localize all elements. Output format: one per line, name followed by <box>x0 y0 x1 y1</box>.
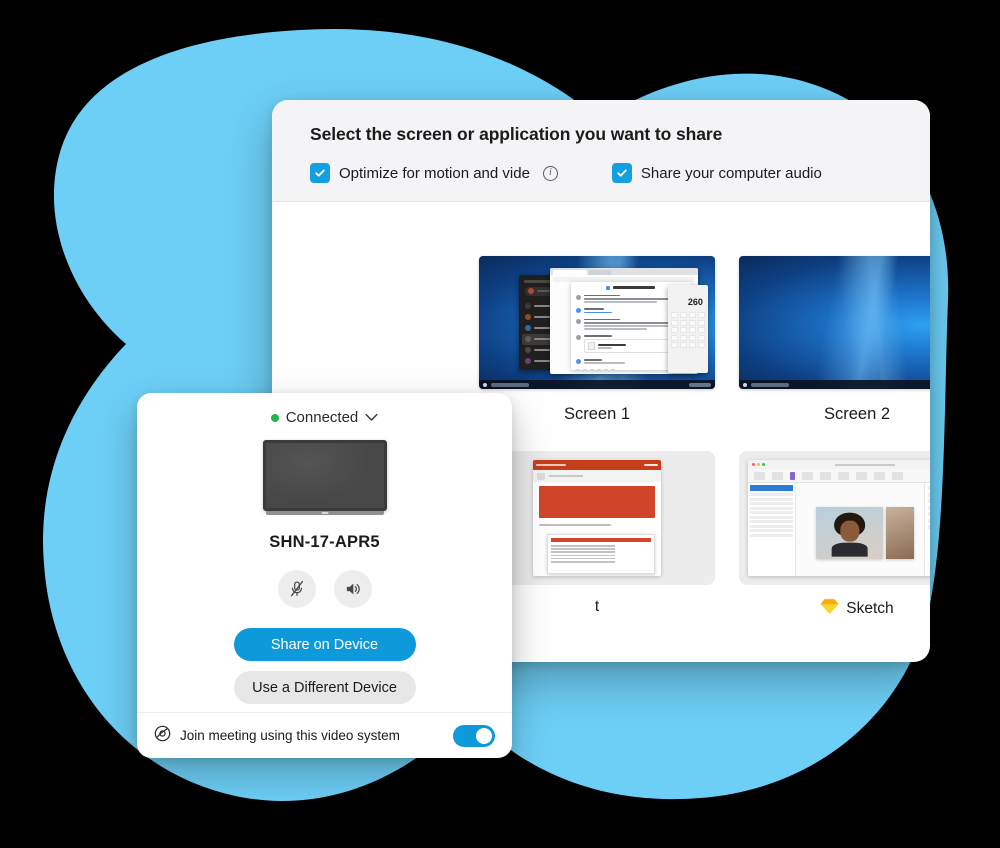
status-badge: Connected <box>285 409 359 426</box>
status-indicator-dot <box>270 413 279 422</box>
share-audio-label: Share your computer audio <box>640 164 822 182</box>
sketch-diamond-icon <box>820 598 839 620</box>
option-optimize-for-motion[interactable]: Optimize for motion and vide i <box>310 163 558 183</box>
device-panel-footer: Join meeting using this video system <box>137 712 512 758</box>
video-system-display-image <box>262 440 387 515</box>
chevron-down-icon[interactable] <box>365 413 378 422</box>
device-name: SHN-17-APR5 <box>269 533 380 551</box>
powerpoint-window <box>533 460 661 576</box>
windows-wallpaper <box>739 256 930 389</box>
screen-1-preview[interactable]: 260 <box>479 256 715 389</box>
calculator-display: 260 <box>687 297 703 308</box>
join-meeting-toggle[interactable] <box>453 724 495 747</box>
powerpoint-preview[interactable] <box>479 451 715 585</box>
screenshot-stage: Select the screen or application you wan… <box>0 0 1000 848</box>
option-share-computer-audio[interactable]: Share your computer audio <box>611 163 822 183</box>
optimize-label: Optimize for motion and vide <box>339 164 530 182</box>
use-a-different-device-button[interactable]: Use a Different Device <box>233 671 416 704</box>
sketch-label-text: Sketch <box>846 600 894 617</box>
dialog-header: Select the screen or application you wan… <box>272 100 930 202</box>
connection-status[interactable]: Connected <box>270 409 379 426</box>
app-powerpoint-label: t <box>594 598 600 615</box>
device-panel: Connected SHN-17-APR5 Share on Device Us… <box>137 393 512 758</box>
app-card-powerpoint[interactable]: t <box>478 447 716 624</box>
screen-card-2[interactable]: Screen 2 <box>738 252 930 428</box>
screen-2-label: Screen 2 <box>823 405 891 423</box>
screens-row: 260 Screen 1 Screen 2 <box>478 252 930 428</box>
calculator-window: 260 <box>667 285 708 374</box>
app-sketch-label: Sketch <box>820 598 894 620</box>
device-panel-body: Connected SHN-17-APR5 Share on Device Us… <box>137 393 512 712</box>
screen-1-label: Screen 1 <box>563 405 631 423</box>
info-icon[interactable]: i <box>542 165 558 181</box>
app-card-sketch[interactable]: Sketch <box>738 447 930 624</box>
display-indicator <box>321 511 328 514</box>
media-controls <box>277 570 372 608</box>
taskbar <box>739 380 930 389</box>
sketch-preview[interactable] <box>739 451 930 585</box>
page-title: Select the screen or application you wan… <box>310 124 723 144</box>
device-actions: Share on Device Use a Different Device <box>157 628 492 704</box>
applications-row: t Sketch <box>478 447 930 624</box>
join-meeting-label: Join meeting using this video system <box>180 728 400 743</box>
share-options-row: Optimize for motion and vide i Share you… <box>310 163 892 183</box>
sketch-window <box>748 460 930 576</box>
share-audio-checkbox[interactable] <box>611 163 632 183</box>
taskbar <box>479 380 715 389</box>
video-system-icon <box>154 725 171 747</box>
screen-card-1[interactable]: 260 Screen 1 <box>478 252 716 428</box>
optimize-checkbox[interactable] <box>310 163 330 183</box>
screen-2-preview[interactable] <box>739 256 930 389</box>
speaker-icon[interactable] <box>333 570 372 608</box>
share-on-device-button[interactable]: Share on Device <box>233 628 416 661</box>
microphone-muted-icon[interactable] <box>277 570 316 608</box>
